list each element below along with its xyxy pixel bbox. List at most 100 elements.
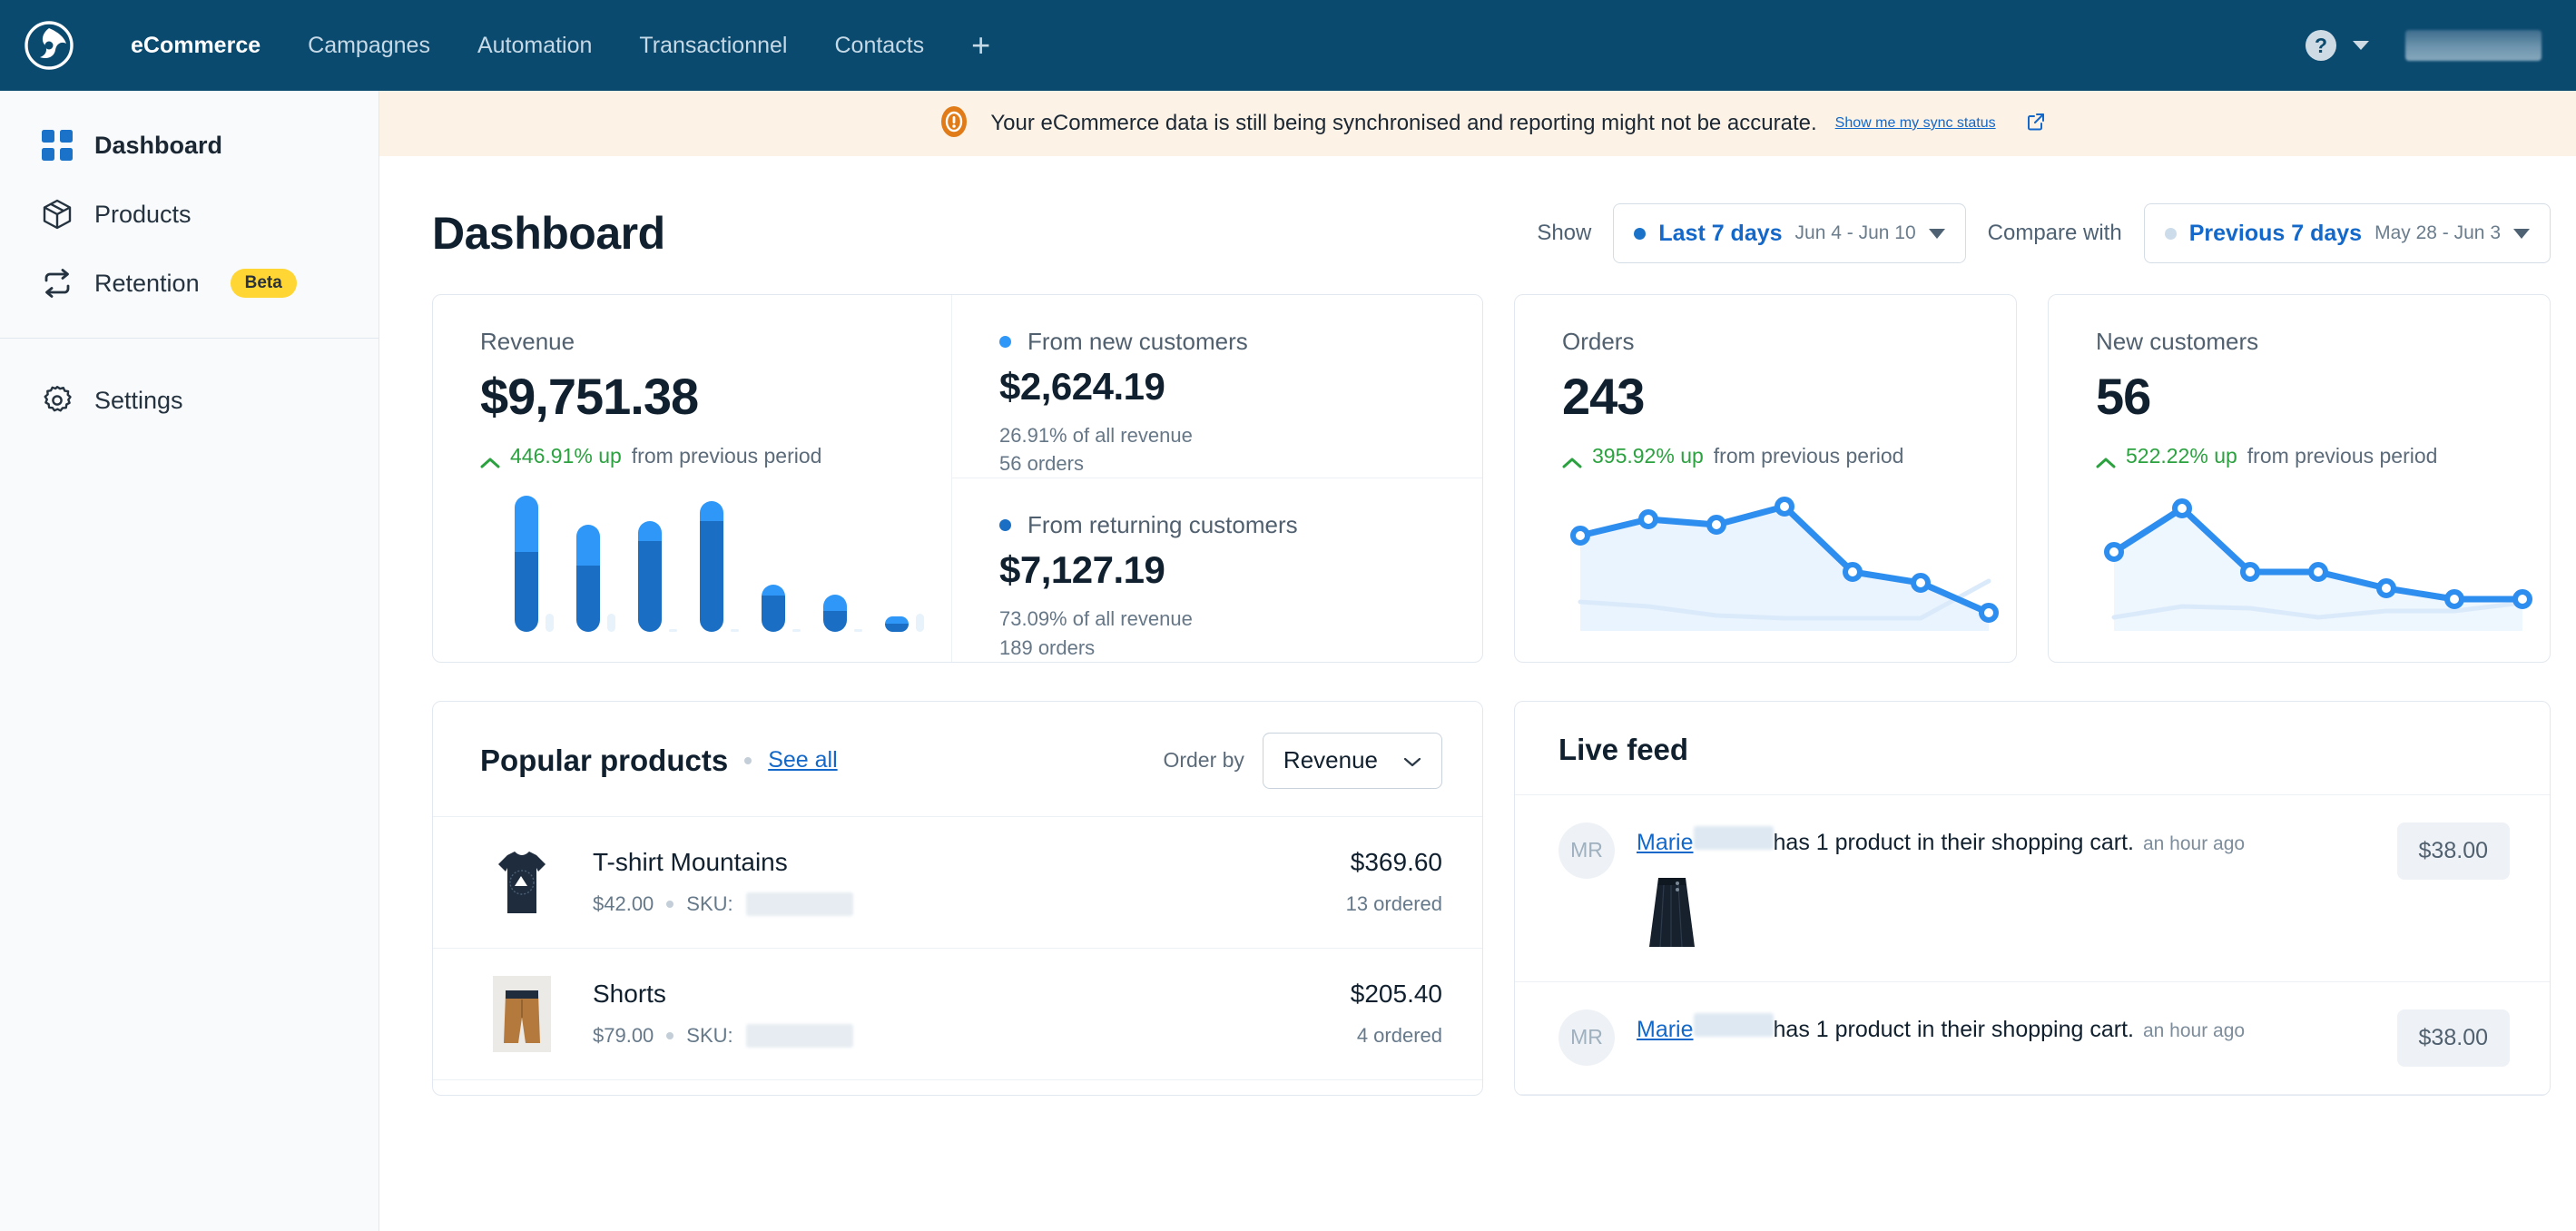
nav-links: eCommerce Campagnes Automation Transacti… [107,0,1014,91]
feed-customer-link[interactable]: Marie [1637,830,1694,856]
feed-body: Marie has 1 product in their shopping ca… [1637,1009,2375,1043]
order-by-value: Revenue [1283,746,1378,774]
feed-customer-redacted [1693,825,1774,850]
order-by-select[interactable]: Revenue [1262,732,1442,789]
products-panel-header: Popular products See all Order by Revenu… [433,702,1482,817]
revenue-change-pct: 446.91% up [510,444,622,468]
sidebar-item-label: Products [94,200,192,228]
new-customers-value: 56 [2096,368,2151,425]
separator-dot [744,756,752,764]
avatar: MR [1558,822,1615,879]
orders-sparkline [1562,481,2016,640]
show-label: Show [1537,221,1592,245]
orders-change-suffix: from previous period [1713,444,1904,468]
bar-group [823,595,885,632]
table-row[interactable]: T-shirt Mountains $42.00 SKU: $369.60 13… [433,817,1482,949]
nav-link-automation[interactable]: Automation [454,0,615,91]
see-all-link[interactable]: See all [768,747,837,773]
app-root: eCommerce Campagnes Automation Transacti… [0,0,2576,1231]
returning-customers-orders: 189 orders [999,635,1096,659]
product-info: T-shirt Mountains $42.00 SKU: [593,848,1317,917]
orders-value: 243 [1562,368,1645,425]
new-customers-sparkline [2096,481,2550,640]
revenue-returning-customers: From returning customers $7,127.19 73.09… [952,478,1482,661]
sidebar-item-label: Retention [94,269,200,297]
sidebar-item-products[interactable]: Products [0,180,379,249]
account-redacted[interactable] [2405,30,2542,61]
revenue-breakdown: From new customers $2,624.19 26.91% of a… [952,295,1482,662]
popular-products-panel: Popular products See all Order by Revenu… [432,700,1483,1096]
chevron-down-icon [1928,228,1945,239]
feed-time: an hour ago [2142,1019,2246,1041]
product-ordered: 4 ordered [1356,1024,1442,1048]
app-logo[interactable] [24,20,74,71]
bar-group [762,585,823,632]
chevron-down-icon[interactable] [2353,41,2369,50]
product-info: Shorts $79.00 SKU: [593,980,1322,1049]
range-compare-dates: May 28 - Jun 3 [2374,222,2501,243]
feed-body: Marie has 1 product in their shopping ca… [1637,822,2375,954]
products-title-row: Popular products See all [480,744,838,778]
nav-link-transactionnel[interactable]: Transactionnel [615,0,811,91]
nav-link-campagnes[interactable]: Campagnes [284,0,454,91]
live-feed-panel: Live feed MR Marie has 1 product in thei… [1514,700,2551,1096]
top-navigation: eCommerce Campagnes Automation Transacti… [0,0,2576,91]
bar-group [700,501,762,632]
main-layout: Dashboard Products Retention Beta Settin… [0,91,2576,1231]
orders-change-pct: 395.92% up [1592,444,1704,468]
new-customers-meta: 26.91% of all revenue 56 orders [999,421,1482,478]
gear-icon [40,383,74,418]
sidebar-item-retention[interactable]: Retention Beta [0,249,379,318]
date-range-compare[interactable]: Previous 7 days May 28 - Jun 3 [2143,203,2551,263]
nav-link-contacts[interactable]: Contacts [811,0,948,91]
product-figures: $369.60 13 ordered [1346,848,1442,916]
bar-group [515,496,576,632]
chevron-down-icon [1403,755,1421,767]
sidebar-item-label: Dashboard [94,131,223,159]
range-primary-dates: Jun 4 - Jun 10 [1794,222,1916,243]
help-icon[interactable]: ? [2306,30,2336,61]
sync-banner-text: Your eCommerce data is still being synch… [990,111,1817,135]
sidebar-item-label: Settings [94,386,183,414]
tshirt-thumb [480,841,564,924]
order-by-label: Order by [1163,748,1244,773]
product-price: $42.00 [593,892,654,916]
product-revenue: $369.60 [1350,848,1442,877]
sync-status-link[interactable]: Show me my sync status [1835,115,1996,132]
external-link-icon[interactable] [2025,111,2047,137]
new-customers-title: From new customers [1027,328,1248,355]
grid-icon [40,128,74,162]
retention-icon [40,266,74,300]
returning-customers-meta: 73.09% of all revenue 189 orders [999,605,1482,661]
feed-customer-link[interactable]: Marie [1637,1017,1694,1043]
feed-customer-redacted [1693,1012,1774,1037]
new-customers-card: New customers 56 522.22% up from previou… [2048,294,2551,663]
revenue-label: Revenue [480,328,575,355]
date-range-primary[interactable]: Last 7 days Jun 4 - Jun 10 [1613,203,1966,263]
returning-customers-title: From returning customers [1027,511,1298,539]
revenue-bar-chart [480,468,951,632]
orders-card: Orders 243 395.92% up from previous peri… [1514,294,2017,663]
nav-link-ecommerce[interactable]: eCommerce [107,0,284,91]
table-row[interactable]: Shorts $79.00 SKU: $205.40 4 ordered [433,949,1482,1080]
bar-group [576,525,638,632]
lower-panels: Popular products See all Order by Revenu… [432,700,2551,1096]
new-customers-change-suffix: from previous period [2247,444,2438,468]
product-revenue: $205.40 [1350,980,1442,1009]
new-customers-orders: 56 orders [999,452,1084,476]
range-primary-label: Last 7 days [1658,220,1783,246]
products-title: Popular products [480,743,729,777]
list-item[interactable]: MR Marie has 1 product in their shopping… [1515,795,2550,982]
sidebar-item-settings[interactable]: Settings [0,366,379,435]
product-ordered: 13 ordered [1345,892,1442,916]
seg-header: From returning customers [999,511,1482,539]
product-name: T-shirt Mountains [593,848,788,877]
revenue-change-suffix: from previous period [631,444,822,468]
list-item[interactable]: MR Marie has 1 product in their shopping… [1515,982,2550,1095]
range-dot-compare [2164,227,2177,240]
orders-change: 395.92% up from previous period [1562,444,2016,468]
add-tab-button[interactable]: + [948,0,1014,91]
range-dot-primary [1634,227,1647,240]
order-by-control: Order by Revenue [1163,732,1442,789]
sidebar-item-dashboard[interactable]: Dashboard [0,111,379,180]
